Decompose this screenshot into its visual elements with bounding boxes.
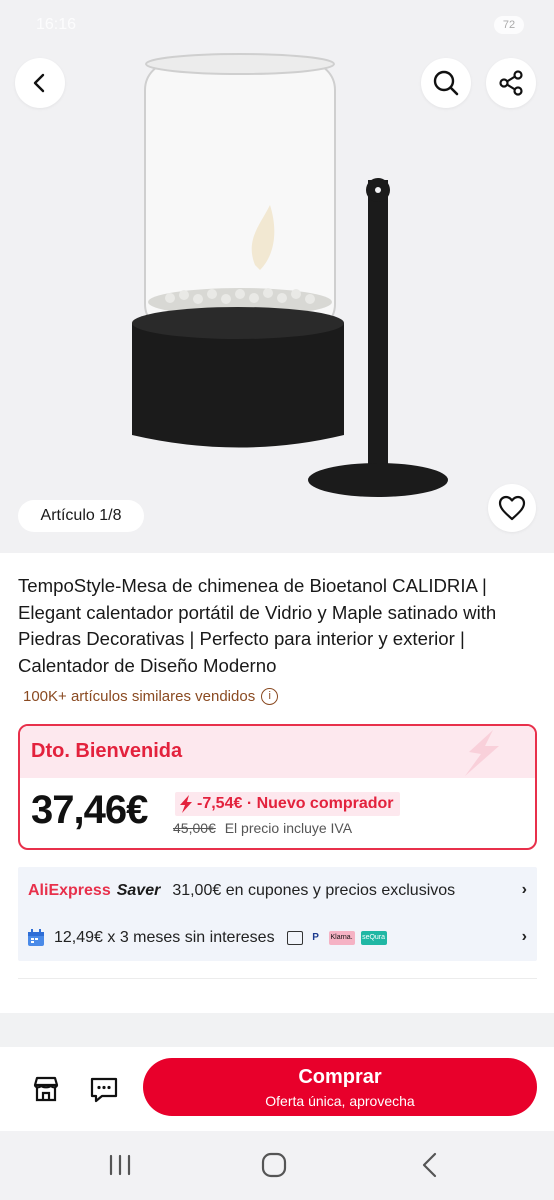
aliexpress-saver-logo: AliExpress Saver [28, 881, 161, 899]
old-price-row: 45,00€ El precio incluye IVA [173, 820, 352, 836]
offers-box: AliExpress Saver 31,00€ en cupones y pre… [18, 867, 537, 961]
battery-icon: 72 [494, 16, 524, 34]
bottom-action-bar: Comprar Oferta única, aprovecha [0, 1047, 554, 1131]
home-button[interactable] [254, 1149, 294, 1181]
klarna-icon: Klarna. [328, 930, 355, 945]
price-card-header: Dto. Bienvenida [20, 726, 535, 778]
card-icon [286, 930, 303, 945]
back-chevron-icon [422, 1152, 437, 1178]
info-circle-icon[interactable]: i [261, 688, 279, 705]
chevron-right-icon: › [521, 928, 527, 945]
arrow-left-icon [33, 73, 45, 93]
welcome-discount-label: Dto. Bienvenida [31, 740, 183, 762]
status-time: 16:16 [36, 16, 77, 33]
store-icon[interactable] [30, 1073, 62, 1105]
status-icons: 72 [434, 14, 524, 36]
product-page: 16:16 72 Artículo 1/8 TempoStyle-Mesa de… [0, 0, 554, 1200]
share-icon [499, 70, 523, 96]
system-navigation-bar [0, 1131, 554, 1200]
product-image [132, 53, 448, 497]
recents-icon [109, 1154, 131, 1176]
search-icon [433, 70, 459, 96]
sold-count: 100K+ artículos similares vendidos i [23, 688, 279, 705]
tax-note: El precio incluye IVA [224, 820, 353, 836]
calendar-icon [28, 928, 44, 946]
product-title: TempoStyle-Mesa de chimenea de Bioetanol… [18, 575, 497, 676]
discount-text: -7,54€ · Nuevo comprador [197, 795, 394, 812]
section-separator [0, 1013, 554, 1047]
saver-text: 31,00€ en cupones y precios exclusivos [172, 881, 456, 899]
sequra-icon: seQura [360, 930, 387, 945]
home-icon [261, 1152, 287, 1178]
status-bar: 16:16 72 [0, 0, 554, 48]
lightning-icon [180, 795, 192, 813]
paypal-icon: P [312, 932, 319, 943]
original-price: 45,00€ [173, 820, 216, 836]
saver-row[interactable]: AliExpress Saver 31,00€ en cupones y pre… [18, 867, 537, 914]
price-card: Dto. Bienvenida 37,46€ -7,54€ · Nuevo co… [18, 724, 537, 850]
buy-button[interactable]: Comprar Oferta única, aprovecha [143, 1058, 537, 1116]
recents-button[interactable] [100, 1149, 140, 1181]
heart-icon [498, 495, 526, 521]
lightning-decoration-icon [465, 730, 499, 776]
back-button[interactable] [15, 58, 65, 108]
image-counter: Artículo 1/8 [18, 500, 144, 532]
search-button[interactable] [421, 58, 471, 108]
divider [18, 978, 537, 979]
installments-row[interactable]: 12,49€ x 3 meses sin intereses P Klarna.… [18, 914, 537, 961]
current-price: 37,46€ [31, 788, 148, 832]
system-back-button[interactable] [410, 1149, 450, 1181]
buy-label: Comprar [298, 1066, 382, 1088]
sold-count-text: 100K+ artículos similares vendidos [23, 688, 256, 705]
buy-sublabel: Oferta única, aprovecha [265, 1093, 415, 1109]
installments-text: 12,49€ x 3 meses sin intereses [54, 928, 275, 946]
chevron-right-icon: › [521, 881, 527, 898]
payment-methods: P Klarna. seQura [286, 930, 387, 945]
share-button[interactable] [486, 58, 536, 108]
new-buyer-discount: -7,54€ · Nuevo comprador [175, 792, 400, 816]
wishlist-button[interactable] [488, 484, 536, 532]
chat-icon[interactable] [88, 1073, 120, 1105]
